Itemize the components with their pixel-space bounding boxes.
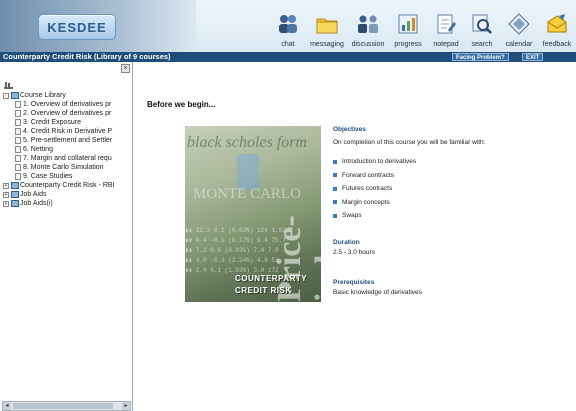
prerequisites-title: Prerequisites — [333, 278, 375, 286]
course-tree-pane: × - Course Library 1. Overview of deriva… — [0, 62, 133, 411]
search-icon — [472, 14, 492, 34]
collapse-toggle[interactable]: - — [3, 92, 9, 99]
course-tree: - Course Library 1. Overview of derivati… — [3, 91, 131, 208]
tree-node-job-aids-i[interactable]: + Job Aids(i) — [3, 199, 131, 208]
bullet-icon — [333, 159, 337, 164]
prerequisites-value: Basic knowledge of derivatives — [333, 288, 422, 296]
tree-item-course-3[interactable]: 3. Credit Exposure — [3, 118, 131, 127]
book-icon — [11, 200, 19, 207]
search-button[interactable]: search — [464, 0, 500, 52]
content-area: Before we begin... black scholes form MO… — [134, 62, 576, 411]
scroll-left-button[interactable]: ◂ — [3, 402, 11, 410]
bullet-icon — [333, 173, 337, 178]
messaging-button[interactable]: messaging — [306, 0, 348, 52]
objectives-list: Introduction to derivatives Forward cont… — [333, 155, 569, 223]
scroll-right-button[interactable]: ▸ — [122, 402, 130, 410]
tree-item-course-7[interactable]: 7. Margin and collateral requ — [3, 154, 131, 163]
kesdee-logo: KESDEE — [38, 14, 116, 40]
app-header: KESDEE chat messaging discussion progres… — [0, 0, 576, 52]
cover-ticker-grid: ▮▮ 12.3 0.1 (0.62%) 124 1.52 ▮▮ 0.4 -0.1… — [185, 227, 286, 274]
list-item: Introduction to derivatives — [333, 155, 569, 169]
course-title: Counterparty Credit Risk (Library of 9 c… — [3, 52, 171, 61]
document-icon — [15, 164, 21, 171]
document-icon — [15, 128, 21, 135]
course-title-bar: Counterparty Credit Risk (Library of 9 c… — [0, 52, 576, 62]
tree-node-job-aids[interactable]: + Job Aids — [3, 190, 131, 199]
library-shelf-icon — [4, 82, 13, 89]
close-pane-button[interactable]: × — [121, 64, 130, 73]
document-icon — [15, 101, 21, 108]
document-icon — [15, 173, 21, 180]
discussion-icon — [358, 15, 378, 33]
course-info: Objectives On completion of this course … — [333, 126, 569, 305]
discussion-button[interactable]: discussion — [348, 0, 388, 52]
tree-item-course-6[interactable]: 6. Netting — [3, 145, 131, 154]
cover-highlight — [237, 154, 259, 190]
progress-icon — [398, 14, 418, 34]
document-icon — [15, 119, 21, 126]
notepad-icon — [437, 14, 456, 34]
notepad-button[interactable]: notepad — [428, 0, 464, 52]
list-item: Forward contracts — [333, 169, 569, 183]
expand-toggle[interactable]: + — [3, 191, 9, 198]
feedback-button[interactable]: feedback — [538, 0, 576, 52]
document-icon — [15, 110, 21, 117]
list-item: Swaps — [333, 209, 569, 223]
expand-toggle[interactable]: + — [3, 200, 9, 207]
tree-item-course-8[interactable]: 8. Monte Carlo Simulation — [3, 163, 131, 172]
tree-root-course-library[interactable]: - Course Library — [3, 91, 131, 100]
objectives-intro: On completion of this course you will be… — [333, 139, 486, 146]
exit-button[interactable]: EXIT — [522, 53, 544, 61]
bullet-icon — [333, 213, 337, 218]
tree-item-course-2[interactable]: 2. Overview of derivatives pr — [3, 109, 131, 118]
course-cover-image: black scholes form MONTE CARLO Price-ind… — [185, 126, 321, 302]
messaging-icon — [316, 18, 338, 34]
document-icon — [15, 155, 21, 162]
tree-item-course-1[interactable]: 1. Overview of derivatives pr — [3, 100, 131, 109]
book-icon — [11, 182, 19, 189]
list-item: Margin concepts — [333, 196, 569, 210]
facing-problem-button[interactable]: Facing Problem? — [452, 53, 509, 61]
tree-item-course-4[interactable]: 4. Credit Risk in Derivative P — [3, 127, 131, 136]
scroll-thumb[interactable] — [13, 403, 113, 409]
bullet-icon — [333, 200, 337, 205]
chat-button[interactable]: chat — [270, 0, 306, 52]
horizontal-scrollbar[interactable]: ◂ ▸ — [2, 401, 131, 411]
book-icon — [11, 92, 19, 99]
calendar-icon — [508, 13, 530, 35]
chat-icon — [279, 15, 297, 33]
duration-value: 2.5 - 3.0 hours — [333, 248, 375, 256]
duration-title: Duration — [333, 238, 360, 246]
list-item: Futures contracts — [333, 182, 569, 196]
tree-item-course-5[interactable]: 5. Pre-settlement and Settler — [3, 136, 131, 145]
book-icon — [11, 191, 19, 198]
progress-button[interactable]: progress — [388, 0, 428, 52]
tree-node-counterparty-rbi[interactable]: + Counterparty Credit Risk - RBI — [3, 181, 131, 190]
calendar-button[interactable]: calendar — [500, 0, 538, 52]
objectives-title: Objectives — [333, 126, 366, 133]
tree-item-course-9[interactable]: 9. Case Studies — [3, 172, 131, 181]
expand-toggle[interactable]: + — [3, 182, 9, 189]
document-icon — [15, 137, 21, 144]
bullet-icon — [333, 186, 337, 191]
document-icon — [15, 146, 21, 153]
feedback-icon — [547, 14, 567, 33]
page-heading: Before we begin... — [147, 100, 216, 109]
toolbar: chat messaging discussion progress notep… — [270, 0, 576, 52]
